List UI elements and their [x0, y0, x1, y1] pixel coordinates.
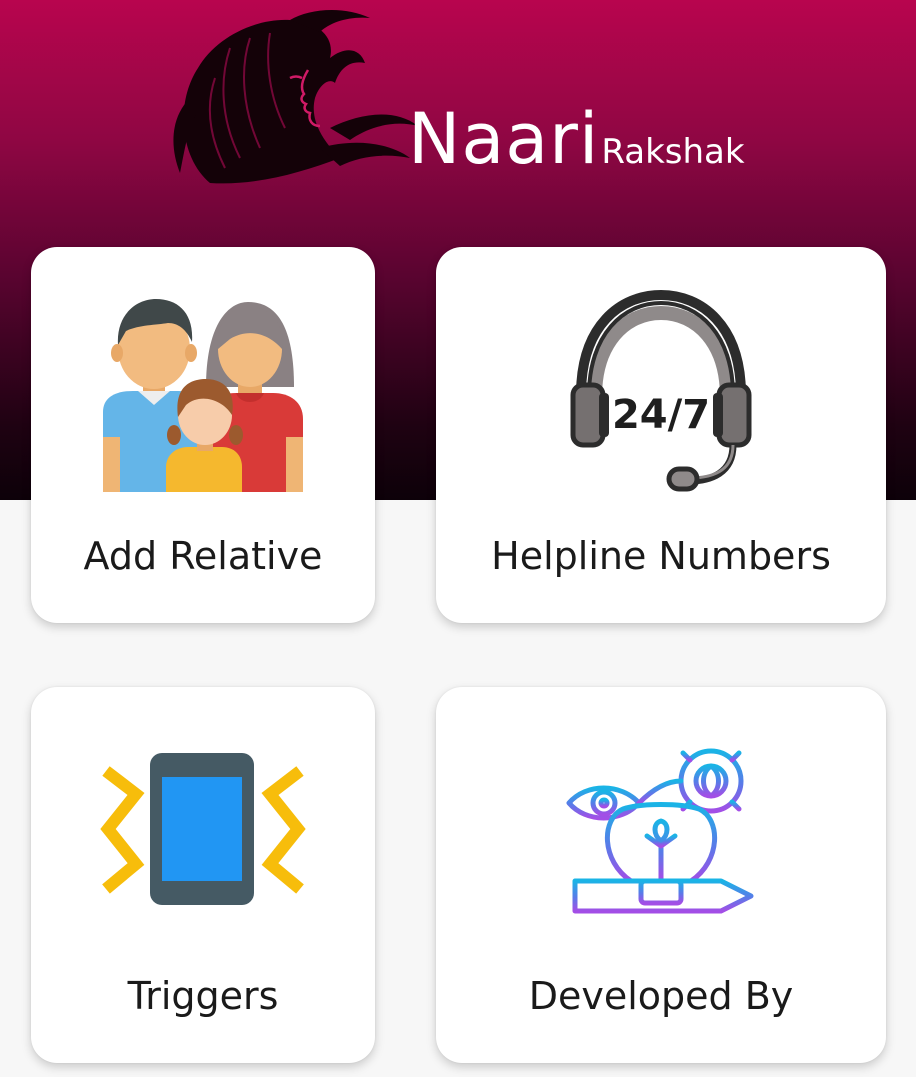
- app-logo: NaariRakshak: [170, 8, 770, 188]
- add-relative-card[interactable]: Add Relative: [31, 247, 375, 623]
- triggers-card[interactable]: Triggers: [31, 687, 375, 1063]
- helpline-numbers-label: Helpline Numbers: [491, 534, 831, 578]
- brand-sub-text: Rakshak: [601, 132, 745, 172]
- helpline-numbers-card[interactable]: 24/7 Helpline Numbers: [436, 247, 886, 623]
- idea-gear-icon: [566, 738, 754, 914]
- family-icon: [103, 299, 303, 492]
- developed-by-label: Developed By: [528, 974, 794, 1018]
- developed-by-card[interactable]: Developed By: [436, 687, 886, 1063]
- brand-main-text: Naari: [408, 98, 600, 180]
- headset-24-7-icon: 24/7: [570, 289, 752, 492]
- add-relative-label: Add Relative: [83, 534, 323, 578]
- woman-silhouette-icon: [173, 9, 418, 184]
- vibrating-phone-icon: [100, 753, 306, 905]
- helpline-24-7-text: 24/7: [612, 392, 710, 438]
- triggers-label: Triggers: [127, 974, 279, 1018]
- brand-name: NaariRakshak: [408, 104, 745, 174]
